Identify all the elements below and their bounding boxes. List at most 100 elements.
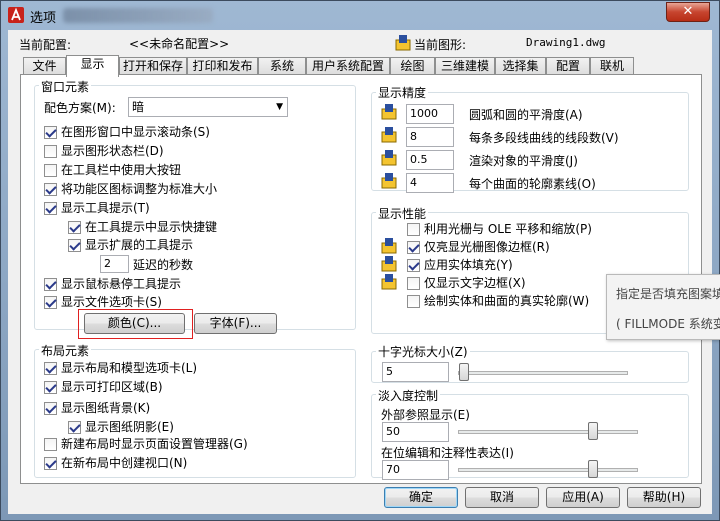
tab-display[interactable]: 显示 xyxy=(66,55,119,77)
checkbox-label: 利用光栅与 OLE 平移和缩放(P) xyxy=(424,222,592,236)
checkbox-box xyxy=(44,381,57,394)
color-scheme-label: 配色方案(M): xyxy=(44,101,116,115)
checkbox-box xyxy=(68,221,81,234)
color-scheme-value: 暗 xyxy=(132,100,145,114)
polyline-segments-label: 每条多段线曲线的线段数(V) xyxy=(469,131,619,145)
contour-lines-label: 每个曲面的轮廓素线(O) xyxy=(469,177,596,191)
tab-profiles[interactable]: 配置 xyxy=(546,57,590,75)
checkbox-label: 在工具提示中显示快捷键 xyxy=(85,220,218,234)
inplace-edit-input[interactable]: 70 xyxy=(382,460,449,480)
options-dialog: 选项 ✕ 当前配置: <<未命名配置>> 当前图形: Drawing1.dwg … xyxy=(0,0,720,521)
checkbox-box xyxy=(44,145,57,158)
title-blur xyxy=(63,8,213,23)
xref-display-slider-track xyxy=(458,430,638,434)
checkbox-box xyxy=(44,296,57,309)
drawing-setting-icon xyxy=(381,173,397,189)
tab-open-save[interactable]: 打开和保存 xyxy=(119,57,187,75)
xref-display-label: 外部参照显示(E) xyxy=(381,408,470,422)
checkbox-label: 新建布局时显示页面设置管理器(G) xyxy=(61,437,248,451)
tooltip-line-2: ( FILLMODE 系统变 xyxy=(616,317,720,331)
window-elements-title: 窗口元素 xyxy=(39,78,92,95)
tab-user-preferences[interactable]: 用户系统配置 xyxy=(306,57,390,75)
tooltip-popup: 指定是否填充图案填 ( FILLMODE 系统变 xyxy=(606,274,720,340)
cancel-button[interactable]: 取消 xyxy=(465,487,539,508)
current-profile-value: <<未命名配置>> xyxy=(129,37,230,51)
checkbox-box xyxy=(407,241,420,254)
tab-3d-modeling[interactable]: 三维建模 xyxy=(435,57,495,75)
checkbox-box xyxy=(44,438,57,451)
xref-display-input[interactable]: 50 xyxy=(382,422,449,442)
drawing-file-icon xyxy=(395,35,411,51)
crosshair-size-slider[interactable] xyxy=(459,363,469,381)
arc-smoothness-input[interactable]: 1000 xyxy=(406,104,454,124)
dialog-client: 当前配置: <<未命名配置>> 当前图形: Drawing1.dwg 文件 显示… xyxy=(8,30,712,514)
checkbox-label: 显示布局和模型选项卡(L) xyxy=(61,361,198,375)
inplace-edit-label: 在位编辑和注释性表达(I) xyxy=(381,446,514,460)
polyline-segments-input[interactable]: 8 xyxy=(406,127,454,147)
display-resolution-title: 显示精度 xyxy=(376,84,429,101)
display-tab-panel: 窗口元素 配色方案(M): 暗 ▼ 在图形窗口中显示滚动条(S) 显示图形状态栏… xyxy=(20,74,702,484)
checkbox-box xyxy=(44,183,57,196)
crosshair-size-title: 十字光标大小(Z) xyxy=(376,343,470,360)
inplace-edit-slider[interactable] xyxy=(588,460,598,478)
fade-control-title: 淡入度控制 xyxy=(376,387,441,404)
tab-files[interactable]: 文件 xyxy=(23,57,66,75)
current-drawing-value: Drawing1.dwg xyxy=(526,36,606,49)
checkbox-label: 将功能区图标调整为标准大小 xyxy=(61,182,218,196)
crosshair-size-input[interactable]: 5 xyxy=(382,362,449,382)
checkbox-box xyxy=(407,259,420,272)
contour-lines-input[interactable]: 4 xyxy=(406,173,454,193)
checkbox-box xyxy=(68,421,81,434)
checkbox-label: 显示文件选项卡(S) xyxy=(61,295,162,309)
ok-button[interactable]: 确定 xyxy=(384,487,458,508)
inplace-edit-slider-track xyxy=(458,468,638,472)
checkbox-box xyxy=(407,223,420,236)
checkbox-label: 应用实体填充(Y) xyxy=(424,258,513,272)
checkbox-label: 仅亮显光栅图像边框(R) xyxy=(424,240,550,254)
close-button[interactable]: ✕ xyxy=(666,2,710,22)
checkbox-label: 显示鼠标悬停工具提示 xyxy=(61,277,182,291)
current-profile-label: 当前配置: xyxy=(19,38,72,52)
drawing-setting-icon xyxy=(381,150,397,166)
color-scheme-select[interactable]: 暗 ▼ xyxy=(128,97,288,117)
layout-elements-title: 布局元素 xyxy=(39,342,92,359)
checkbox-box xyxy=(407,277,420,290)
tooltip-line-1: 指定是否填充图案填 xyxy=(616,287,720,301)
checkbox-label: 在工具栏中使用大按钮 xyxy=(61,163,182,177)
tab-plot-publish[interactable]: 打印和发布 xyxy=(187,57,258,75)
tab-online[interactable]: 联机 xyxy=(590,57,634,75)
dialog-title: 选项 xyxy=(30,11,57,26)
checkbox-label: 显示图形状态栏(D) xyxy=(61,144,164,158)
tab-selection[interactable]: 选择集 xyxy=(495,57,546,75)
tooltip-delay-label: 延迟的秒数 xyxy=(133,258,194,272)
checkbox-label: 显示扩展的工具提示 xyxy=(85,238,194,252)
chevron-down-icon: ▼ xyxy=(276,102,283,112)
checkbox-label: 显示工具提示(T) xyxy=(61,201,150,215)
checkbox-label: 显示可打印区域(B) xyxy=(61,380,163,394)
checkbox-label: 显示图纸阴影(E) xyxy=(85,420,174,434)
checkbox-box xyxy=(44,402,57,415)
arc-smoothness-label: 圆弧和圆的平滑度(A) xyxy=(469,108,583,122)
checkbox-label: 在图形窗口中显示滚动条(S) xyxy=(61,125,210,139)
tooltip-delay-input[interactable]: 2 xyxy=(100,255,129,273)
rendered-smoothness-input[interactable]: 0.5 xyxy=(406,150,454,170)
apply-button[interactable]: 应用(A) xyxy=(546,487,620,508)
checkbox-label: 在新布局中创建视口(N) xyxy=(61,456,188,470)
checkbox-box xyxy=(44,362,57,375)
checkbox-box xyxy=(44,278,57,291)
drawing-setting-icon xyxy=(381,104,397,120)
checkbox-box xyxy=(44,457,57,470)
drawing-setting-icon xyxy=(381,238,397,254)
checkbox-box xyxy=(44,164,57,177)
colors-button[interactable]: 颜色(C)... xyxy=(84,313,185,334)
checkbox-label: 绘制实体和曲面的真实轮廓(W) xyxy=(424,294,590,308)
fonts-button[interactable]: 字体(F)... xyxy=(194,313,277,334)
checkbox-box xyxy=(44,126,57,139)
checkbox-label: 显示图纸背景(K) xyxy=(61,401,151,415)
tab-system[interactable]: 系统 xyxy=(258,57,306,75)
drawing-setting-icon xyxy=(381,274,397,290)
drawing-setting-icon xyxy=(381,127,397,143)
xref-display-slider[interactable] xyxy=(588,422,598,440)
help-button[interactable]: 帮助(H) xyxy=(627,487,701,508)
tab-drafting[interactable]: 绘图 xyxy=(390,57,435,75)
